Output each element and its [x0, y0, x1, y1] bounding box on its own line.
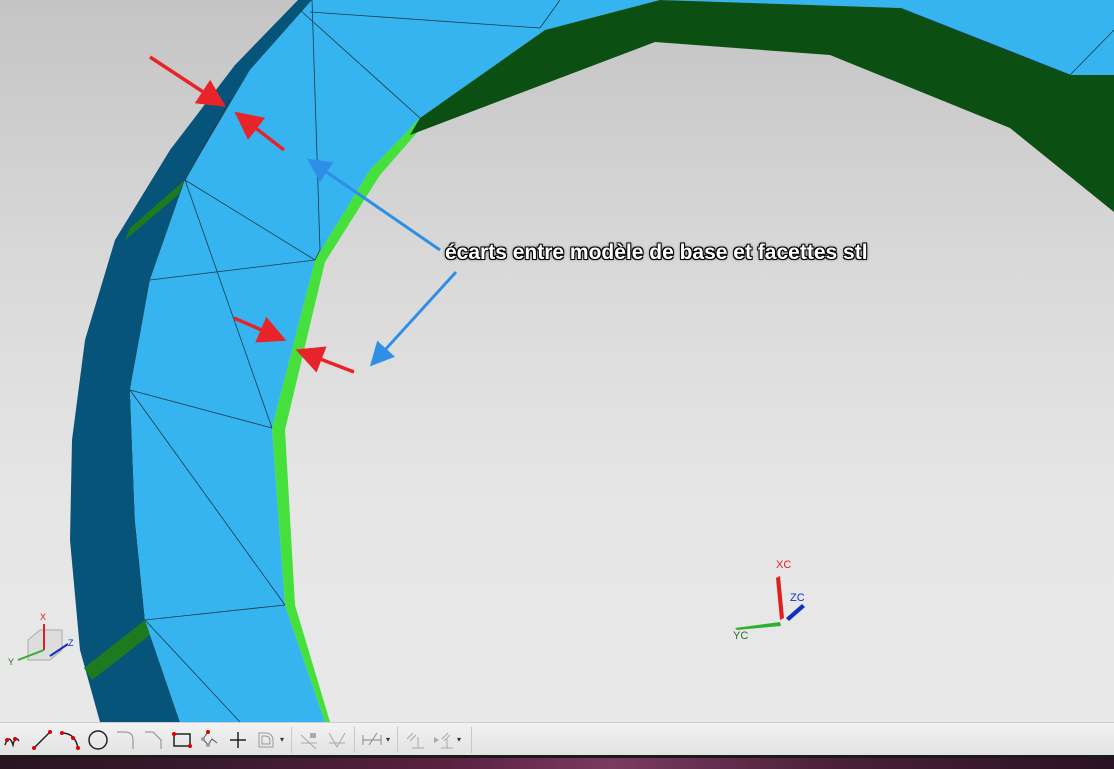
polygon-button[interactable] [196, 726, 224, 754]
chamfer-icon [145, 731, 162, 749]
fillet-icon [117, 731, 134, 749]
arc-button[interactable] [56, 726, 84, 754]
display-constraints-icon [434, 732, 453, 748]
view-triad [17, 624, 69, 661]
toolbar-separator [397, 726, 398, 753]
zc-label: ZC [790, 592, 805, 604]
dimension-button[interactable] [358, 726, 386, 754]
rectangle-icon [172, 731, 192, 748]
line-icon [32, 729, 52, 750]
toolbar-separator [291, 726, 292, 753]
rectangle-button[interactable] [168, 726, 196, 754]
arc-icon [60, 730, 80, 750]
plus-icon [230, 731, 246, 748]
stl-ring-model [17, 0, 1114, 722]
dropdown-arrow-icon[interactable]: ▾ [457, 735, 465, 744]
spline-icon [4, 736, 20, 748]
trim-button[interactable] [295, 726, 323, 754]
toolbar-separator [471, 726, 472, 753]
fillet-button[interactable] [112, 726, 140, 754]
point-button[interactable] [224, 726, 252, 754]
x-label: X [40, 612, 47, 622]
red-arrow-outer-1 [149, 55, 226, 107]
red-arrow-inner-2 [295, 346, 355, 374]
circle-button[interactable] [84, 726, 112, 754]
dimension-icon [362, 732, 382, 745]
z-label: Z [68, 638, 74, 648]
y-label: Y [8, 657, 15, 667]
display-constraints-button[interactable] [429, 726, 457, 754]
blue-arrow-2 [369, 270, 458, 367]
graphics-viewport[interactable]: écarts entre modèle de base et facettes … [0, 0, 1114, 722]
annotation-label: écarts entre modèle de base et facettes … [445, 241, 868, 264]
os-taskbar [0, 755, 1114, 769]
trim-icon [300, 732, 317, 749]
dropdown-arrow-icon[interactable]: ▾ [280, 735, 288, 744]
extend-icon [328, 732, 346, 748]
line-button[interactable] [28, 726, 56, 754]
offset-curve-button[interactable] [252, 726, 280, 754]
chamfer-button[interactable] [140, 726, 168, 754]
offset-curve-icon [258, 732, 274, 747]
dropdown-arrow-icon[interactable]: ▾ [386, 735, 394, 744]
yc-label: YC [733, 630, 749, 642]
sketch-toolbar: ▾ ▾ ▾ [0, 722, 1114, 756]
xc-label: XC [776, 559, 792, 571]
constraint-button[interactable] [401, 726, 429, 754]
toolbar-separator [354, 726, 355, 753]
extend-button[interactable] [323, 726, 351, 754]
studio-spline-button[interactable] [0, 726, 28, 754]
constraint-icon [406, 732, 424, 748]
polygon-icon [201, 729, 218, 747]
circle-icon [88, 729, 108, 750]
